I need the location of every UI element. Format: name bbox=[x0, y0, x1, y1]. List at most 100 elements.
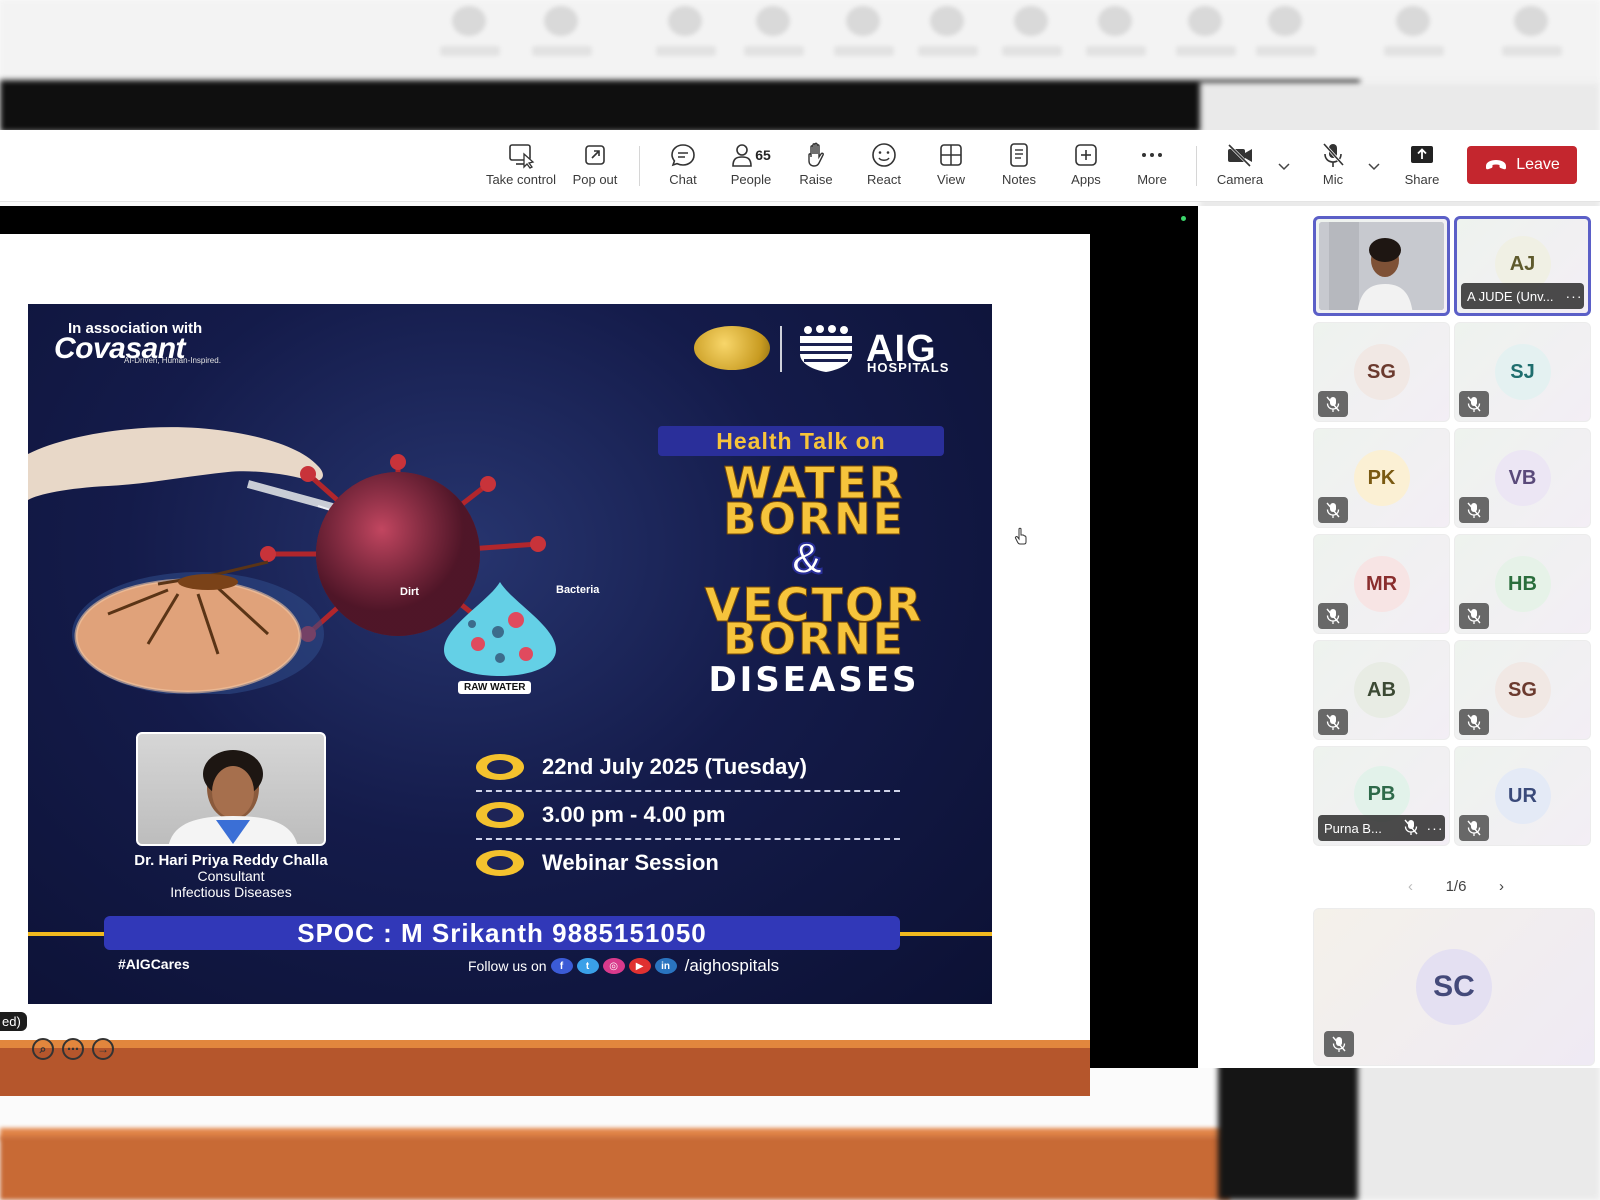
participants-gallery: AJ A JUDE (Unv... ··· SG SJ PK VB MR HB AB SG PB Pur… bbox=[1198, 206, 1600, 1068]
event-date-row: 22nd July 2025 (Tuesday) bbox=[476, 754, 807, 780]
share-button[interactable]: Share bbox=[1402, 140, 1442, 196]
participant-tile[interactable]: VB bbox=[1454, 428, 1591, 528]
share-label: Share bbox=[1404, 172, 1440, 187]
muted-mic-icon bbox=[1318, 709, 1348, 735]
grid-view-icon bbox=[938, 140, 964, 170]
chat-button[interactable]: Chat bbox=[664, 140, 702, 196]
page-indicator: 1/6 bbox=[1445, 877, 1467, 895]
view-button[interactable]: View bbox=[932, 140, 970, 196]
muted-mic-icon bbox=[1318, 603, 1348, 629]
participant-tile[interactable]: UR bbox=[1454, 746, 1591, 846]
dirt-label: Dirt bbox=[400, 586, 419, 598]
aig-brand-subtext: HOSPITALS bbox=[867, 360, 950, 375]
people-button[interactable]: 65 People bbox=[726, 140, 776, 196]
linkedin-icon: in bbox=[654, 958, 677, 974]
muted-mic-icon bbox=[1324, 1031, 1354, 1057]
muted-mic-icon bbox=[1459, 603, 1489, 629]
featured-participant-tile[interactable]: SC bbox=[1313, 908, 1595, 1066]
event-time-row: 3.00 pm - 4.00 pm bbox=[476, 802, 725, 828]
participant-tile[interactable]: HB bbox=[1454, 534, 1591, 634]
background-toolbar-blur bbox=[0, 0, 1600, 82]
take-control-button[interactable]: Take control bbox=[484, 140, 558, 196]
next-page-chevron-icon[interactable]: › bbox=[1499, 878, 1504, 895]
muted-mic-icon bbox=[1459, 391, 1489, 417]
people-icon-wrap: 65 bbox=[731, 140, 771, 170]
avatar: PB bbox=[1353, 766, 1410, 823]
avatar: HB bbox=[1494, 556, 1551, 612]
headline-borne-2: BORNE bbox=[723, 614, 905, 666]
raise-hand-label: Raise bbox=[799, 172, 833, 187]
camera-options-chevron-down-icon[interactable] bbox=[1276, 158, 1292, 174]
people-label: People bbox=[730, 172, 772, 187]
avatar: SC bbox=[1416, 949, 1492, 1025]
previous-page-chevron-icon[interactable]: ‹ bbox=[1408, 878, 1413, 895]
participant-tile[interactable]: SJ bbox=[1454, 322, 1591, 422]
react-button[interactable]: React bbox=[864, 140, 904, 196]
background-dark-band bbox=[0, 80, 1360, 132]
camera-off-icon bbox=[1225, 140, 1255, 170]
take-control-label: Take control bbox=[485, 172, 557, 187]
gallery-pager: ‹ 1/6 › bbox=[1408, 874, 1504, 898]
avatar: PK bbox=[1353, 450, 1410, 506]
muted-mic-icon bbox=[1403, 818, 1419, 839]
apps-button[interactable]: Apps bbox=[1068, 140, 1104, 196]
mic-options-chevron-down-icon[interactable] bbox=[1366, 158, 1382, 174]
participant-tile[interactable]: SG bbox=[1454, 640, 1591, 740]
raw-water-label: RAW WATER bbox=[458, 681, 532, 694]
participant-name-bar: Purna B... ··· bbox=[1318, 815, 1445, 841]
partner-tagline: AI-Driven, Human-Inspired. bbox=[124, 356, 221, 365]
participant-tile[interactable]: AB bbox=[1313, 640, 1450, 740]
participant-more-icon[interactable]: ··· bbox=[1564, 288, 1584, 304]
people-icon bbox=[732, 144, 753, 167]
view-label: View bbox=[937, 172, 965, 187]
doctor-photo bbox=[136, 732, 326, 846]
avatar: SJ bbox=[1494, 344, 1551, 400]
participant-tile[interactable]: SG bbox=[1313, 322, 1450, 422]
presenting-indicator-dot bbox=[1181, 216, 1186, 221]
avatar: UR bbox=[1494, 768, 1551, 824]
participant-name-bar: A JUDE (Unv... ··· bbox=[1461, 283, 1584, 309]
leave-button[interactable]: Leave bbox=[1467, 146, 1577, 184]
slide-more-icon[interactable]: ⋯ bbox=[62, 1038, 84, 1060]
participant-tile[interactable]: PB Purna B... ··· bbox=[1313, 746, 1450, 846]
pop-out-icon bbox=[582, 140, 608, 170]
mic-off-icon bbox=[1320, 140, 1346, 170]
event-time: 3.00 pm - 4.00 pm bbox=[542, 802, 726, 827]
teams-meeting-window: Take control Pop out Chat 65 People Rais… bbox=[0, 0, 1600, 1200]
shared-slide: In association with Covasant AI-Driven, … bbox=[0, 234, 1090, 1096]
toolbar-divider bbox=[639, 146, 640, 186]
participant-video bbox=[1319, 222, 1444, 310]
headline-ampersand: & bbox=[790, 533, 824, 584]
location-pin-icon bbox=[476, 850, 524, 876]
doctor-role: Consultant bbox=[197, 868, 265, 884]
zoom-search-icon[interactable]: ⌕ bbox=[32, 1038, 54, 1060]
event-date: 22nd July 2025 (Tuesday) bbox=[542, 754, 807, 779]
participant-tile[interactable]: PK bbox=[1313, 428, 1450, 528]
participant-tile[interactable] bbox=[1313, 216, 1450, 316]
participant-more-icon[interactable]: ··· bbox=[1425, 820, 1445, 836]
participant-name: A JUDE (Unv... bbox=[1467, 288, 1554, 304]
doctor-department: Infectious Diseases bbox=[170, 884, 292, 900]
twitter-icon: t bbox=[576, 958, 599, 974]
clock-icon bbox=[476, 802, 524, 828]
bacteria-label: Bacteria bbox=[556, 584, 600, 596]
muted-mic-icon bbox=[1459, 709, 1489, 735]
next-slide-arrow-icon[interactable]: → bbox=[92, 1038, 114, 1060]
camera-button[interactable]: Camera bbox=[1214, 140, 1266, 196]
event-venue-row: Webinar Session bbox=[476, 850, 719, 876]
muted-mic-icon bbox=[1318, 391, 1348, 417]
raise-hand-button[interactable]: Raise bbox=[796, 140, 836, 196]
shared-content-stage[interactable]: In association with Covasant AI-Driven, … bbox=[0, 206, 1198, 1096]
notes-button[interactable]: Notes bbox=[1000, 140, 1038, 196]
smiley-icon bbox=[870, 140, 898, 170]
pop-out-button[interactable]: Pop out bbox=[568, 140, 622, 196]
gold-seal-logo bbox=[694, 326, 770, 370]
mic-button[interactable]: Mic bbox=[1318, 140, 1348, 196]
participant-tile[interactable]: MR bbox=[1313, 534, 1450, 634]
background-black-block bbox=[1218, 1060, 1358, 1200]
muted-mic-icon bbox=[1459, 815, 1489, 841]
avatar: MR bbox=[1353, 556, 1410, 612]
participant-tile[interactable]: AJ A JUDE (Unv... ··· bbox=[1454, 216, 1591, 316]
presenter-control-tag: ed) bbox=[0, 1012, 27, 1031]
more-button[interactable]: More bbox=[1134, 140, 1170, 196]
